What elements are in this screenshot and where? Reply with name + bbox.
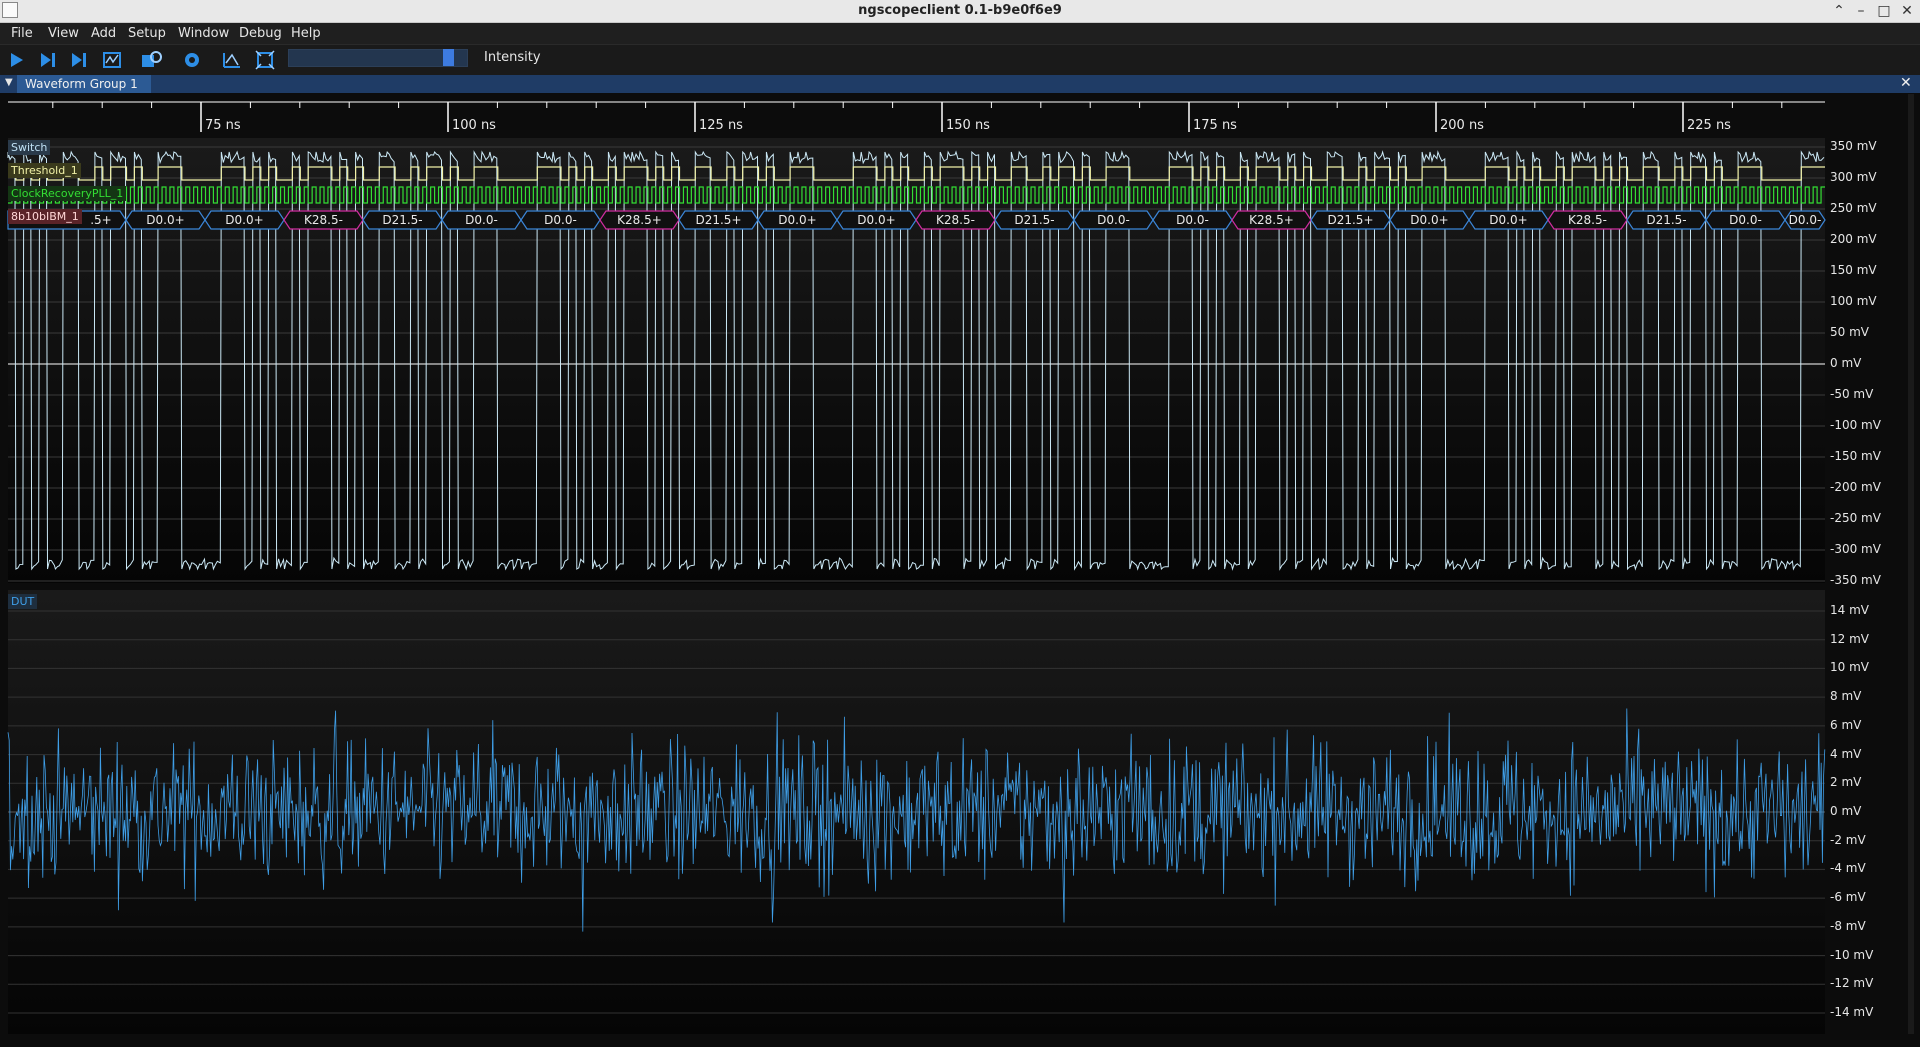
axis-tick-label: -150 mV bbox=[1830, 449, 1881, 463]
axis-tick-label: 100 mV bbox=[1830, 294, 1877, 308]
axis-tick-label: -2 mV bbox=[1830, 832, 1866, 847]
axis-tick-label: 12 mV bbox=[1830, 631, 1869, 646]
axis-tick-label: 14 mV bbox=[1830, 603, 1869, 617]
axis-tick-label: 350 mV bbox=[1830, 139, 1877, 153]
restore-icon[interactable]: – bbox=[1851, 1, 1871, 21]
axis-tick-label: 50 mV bbox=[1830, 325, 1869, 339]
axis-tick-label: -8 mV bbox=[1830, 918, 1866, 933]
dut-waveform-plot bbox=[7, 610, 1826, 1014]
axis-tick-label: 4 mV bbox=[1830, 746, 1862, 761]
channel-label-dut[interactable]: DUT bbox=[8, 594, 38, 609]
axis-tick-label: 250 mV bbox=[1830, 201, 1877, 215]
axis-tick-label: 150 mV bbox=[1830, 263, 1877, 277]
minimize-icon[interactable]: ⌃ bbox=[1829, 1, 1849, 21]
axis-tick-label: 0 mV bbox=[1830, 356, 1862, 370]
vertical-scrollbar[interactable] bbox=[1908, 94, 1914, 1034]
axis-tick-label: 8 mV bbox=[1830, 689, 1862, 704]
axis-tick-label: 0 mV bbox=[1830, 804, 1862, 818]
axis-tick-label: -100 mV bbox=[1830, 418, 1881, 432]
axis-tick-label: 6 mV bbox=[1830, 717, 1862, 732]
axis-tick-label: -12 mV bbox=[1830, 976, 1874, 991]
close-group-icon[interactable]: ✕ bbox=[1900, 75, 1912, 91]
axis-tick-label: 300 mV bbox=[1830, 170, 1877, 184]
axis-tick-label: 200 mV bbox=[1830, 232, 1877, 246]
axis-tick-label: -200 mV bbox=[1830, 480, 1881, 494]
axis-tick-label: -6 mV bbox=[1830, 890, 1866, 905]
axis-tick-label: -10 mV bbox=[1830, 947, 1874, 962]
maximize-icon[interactable]: □ bbox=[1874, 1, 1894, 21]
axis-tick-label: -14 mV bbox=[1830, 1005, 1874, 1019]
axis-tick-label: -250 mV bbox=[1830, 511, 1881, 525]
axis-tick-label: 10 mV bbox=[1830, 660, 1869, 675]
axis-tick-label: 2 mV bbox=[1830, 775, 1862, 790]
axis-tick-label: -300 mV bbox=[1830, 542, 1881, 556]
axis-tick-label: -50 mV bbox=[1830, 387, 1874, 401]
close-icon[interactable]: ✕ bbox=[1897, 1, 1917, 21]
axis-tick-label: -350 mV bbox=[1830, 573, 1881, 587]
axis-tick-label: -4 mV bbox=[1830, 861, 1866, 876]
